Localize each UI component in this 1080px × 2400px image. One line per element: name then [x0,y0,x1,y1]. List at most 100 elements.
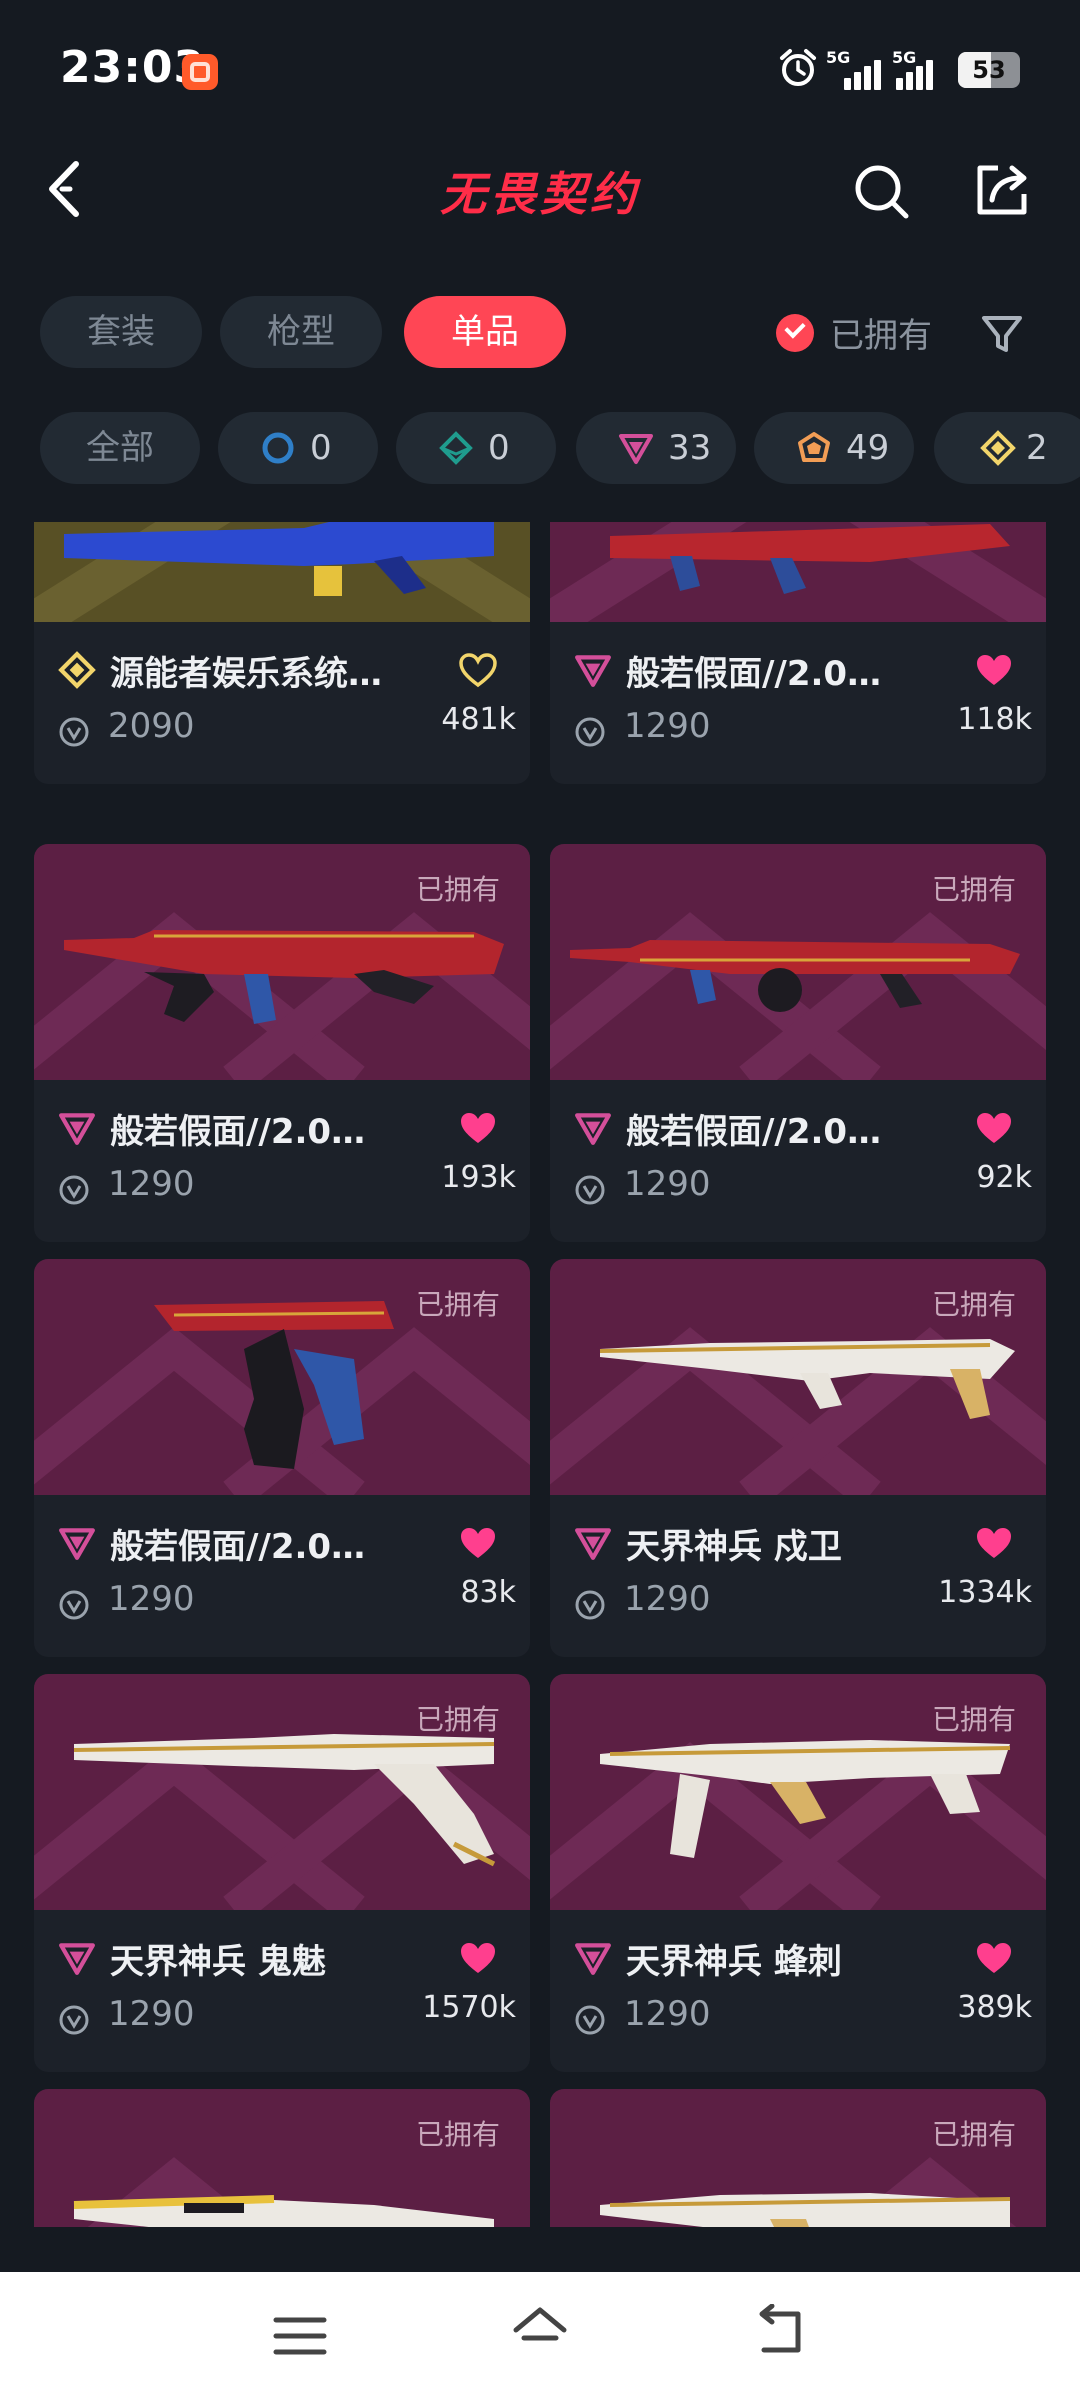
like-count: 1334k [938,1575,1032,1610]
chip-all[interactable]: 全部 [40,412,200,484]
tab-single-items[interactable]: 单品 [404,296,566,368]
like-count: 1570k [422,1990,516,2025]
skin-card[interactable]: 已拥有 [34,2089,530,2227]
heart-icon[interactable] [974,652,1014,688]
owned-filter-label[interactable]: 已拥有 [830,308,932,357]
network-type-2: 5G [892,48,917,67]
like-count: 481k [441,702,516,737]
back-arrow-icon[interactable] [40,154,100,224]
owned-tag: 已拥有 [415,873,500,906]
select-tier-icon [262,432,294,464]
skin-image: 已拥有 [34,1674,530,1910]
premium-tier-icon [575,1528,611,1560]
chip-select-tier[interactable]: 0 [218,412,378,484]
like-count: 193k [441,1160,516,1195]
skin-image: 已拥有 [550,2089,1046,2227]
app-header: 无畏契约 [0,130,1080,250]
skin-price: 1290 [624,1994,711,2034]
battery-level: 53 [972,56,1006,84]
valorant-points-icon [59,2005,89,2035]
skin-image: 已拥有 [550,844,1046,1080]
like-count: 83k [460,1575,516,1610]
skin-name: 般若假面//2.0… [110,1527,366,1567]
skin-price: 1290 [624,706,711,746]
skin-image [550,522,1046,622]
skin-card[interactable]: 源能者娱乐系统… 2090 481k [34,522,530,784]
menu-icon[interactable] [272,2310,328,2362]
skin-card[interactable]: 已拥有 般若假面//2.0… 1290 92k [550,844,1046,1242]
skin-card[interactable]: 已拥有 天界神兵 蜂刺 1290 389k [550,1674,1046,2072]
owned-tag: 已拥有 [931,1288,1016,1321]
network-type-1: 5G [826,48,851,67]
valorant-points-icon [575,717,605,747]
skin-image: 已拥有 [550,1259,1046,1495]
skin-price: 1290 [108,1579,195,1619]
premium-tier-icon [59,1528,95,1560]
like-count: 118k [957,702,1032,737]
skin-name: 般若假面//2.0… [110,1112,366,1152]
owned-tag: 已拥有 [931,1703,1016,1736]
skin-card[interactable]: 已拥有 [550,2089,1046,2227]
heart-icon[interactable] [458,1525,498,1561]
share-icon[interactable] [970,158,1034,222]
premium-tier-icon [575,655,611,687]
exclusive-tier-icon [798,432,830,462]
chip-count: 33 [668,428,712,468]
tab-bundles[interactable]: 套装 [40,296,202,368]
like-count: 389k [957,1990,1032,2025]
signal-icon-2: 5G [892,48,948,90]
chip-deluxe-tier[interactable]: 0 [396,412,556,484]
chip-count: 2 [1026,428,1048,468]
heart-icon[interactable] [458,1110,498,1146]
valorant-points-icon [575,1175,605,1205]
back-icon[interactable] [750,2304,810,2360]
premium-tier-icon [59,1943,95,1975]
skin-image: 已拥有 [550,1674,1046,1910]
owned-tag: 已拥有 [931,2118,1016,2151]
skin-image: 已拥有 [34,2089,530,2227]
skin-card[interactable]: 已拥有 般若假面//2.0… 1290 83k [34,1259,530,1657]
owned-tag: 已拥有 [931,873,1016,906]
heart-icon[interactable] [974,1110,1014,1146]
chip-ultra-tier[interactable]: 2 [934,412,1080,484]
premium-tier-icon [575,1943,611,1975]
home-icon[interactable] [510,2302,570,2362]
chip-premium-tier[interactable]: 33 [576,412,736,484]
skin-card[interactable]: 已拥有 天界神兵 戍卫 1290 1334k [550,1259,1046,1657]
owned-tag: 已拥有 [415,2118,500,2151]
valorant-points-icon [59,1590,89,1620]
weapon-image [64,522,494,596]
skin-price: 1290 [624,1579,711,1619]
owned-tag: 已拥有 [415,1703,500,1736]
tab-weapon-types[interactable]: 枪型 [220,296,382,368]
heart-icon[interactable] [974,1940,1014,1976]
skin-price: 1290 [108,1164,195,1204]
premium-tier-icon [619,434,653,464]
valorant-points-icon [59,717,89,747]
skin-card[interactable]: 般若假面//2.0… 1290 118k [550,522,1046,784]
skin-image [34,522,530,622]
weapon-image [610,524,1010,594]
filter-icon[interactable] [978,310,1026,358]
owned-checkbox[interactable] [776,314,814,352]
owned-tag: 已拥有 [415,1288,500,1321]
skin-card[interactable]: 已拥有 般若假面//2.0… 1290 193k [34,844,530,1242]
heart-icon[interactable] [974,1525,1014,1561]
heart-icon[interactable] [458,1940,498,1976]
deluxe-tier-icon [439,431,473,465]
skin-card[interactable]: 已拥有 天界神兵 鬼魅 1290 1570k [34,1674,530,2072]
skin-price: 1290 [108,1994,195,2034]
skin-name: 天界神兵 鬼魅 [110,1942,326,1982]
skin-image: 已拥有 [34,844,530,1080]
rarity-filter-chips: 全部 0 0 33 49 2 [0,412,1080,484]
skin-price: 1290 [624,1164,711,1204]
skin-image: 已拥有 [34,1259,530,1495]
chip-exclusive-tier[interactable]: 49 [754,412,914,484]
search-icon[interactable] [850,160,914,224]
premium-tier-icon [575,1113,611,1145]
signal-icon-1: 5G [826,48,882,90]
ultra-tier-icon [980,430,1016,466]
heart-outline-icon[interactable] [458,652,498,688]
page-title: 无畏契约 [440,167,640,221]
skin-name: 般若假面//2.0… [626,654,882,694]
